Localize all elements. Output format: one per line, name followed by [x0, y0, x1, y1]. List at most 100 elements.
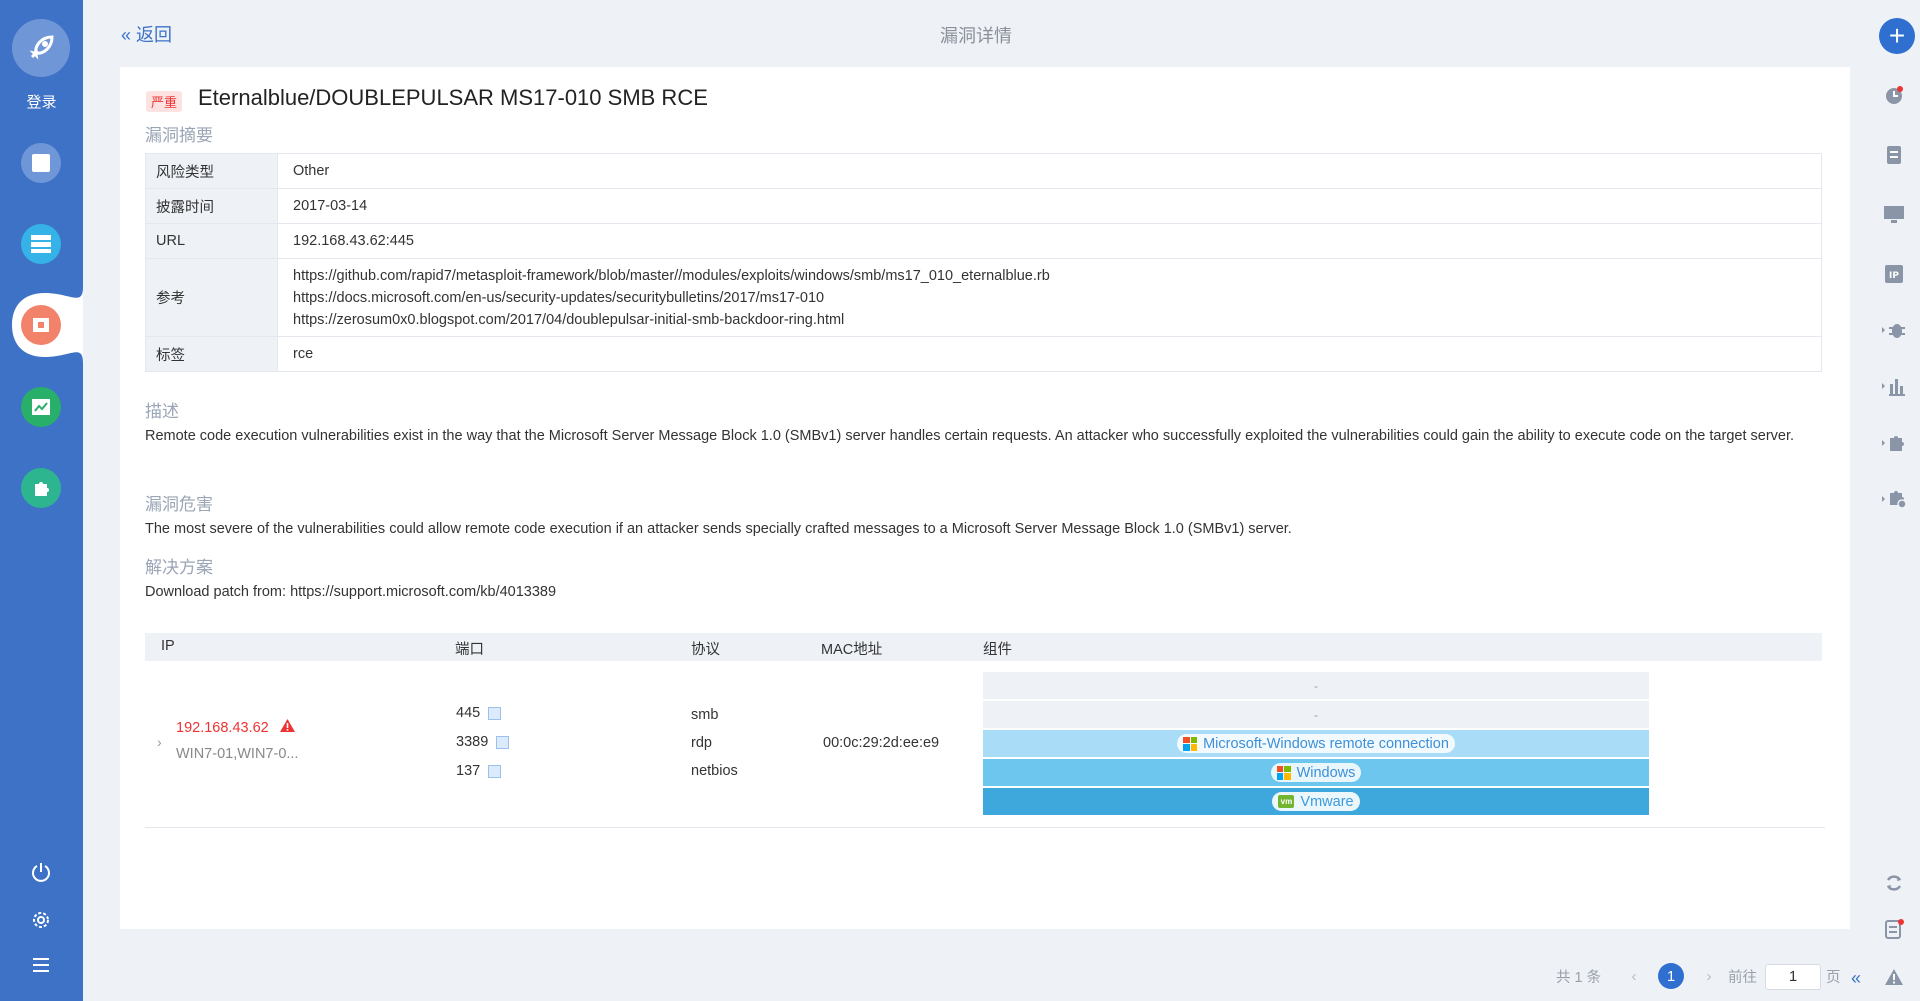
login-label[interactable]: 登录: [0, 91, 83, 112]
port-item[interactable]: 3389: [456, 734, 510, 750]
component-row: Microsoft-Windows remote connection: [983, 730, 1649, 757]
impact-text: The most severe of the vulnerabilities c…: [145, 521, 1292, 537]
total-count: 共 1 条: [1556, 970, 1602, 986]
goto-label: 前往: [1728, 970, 1757, 986]
port-number: 137: [456, 763, 481, 779]
port-item[interactable]: 137: [456, 763, 502, 779]
component-name: Vmware: [1300, 793, 1354, 810]
monitor-icon[interactable]: [1867, 200, 1920, 230]
severity-badge: 严重: [146, 91, 183, 112]
component-chip[interactable]: Microsoft-Windows remote connection: [1177, 734, 1455, 753]
left-sidebar: 登录: [0, 0, 83, 1001]
column-header-ip: IP: [161, 638, 175, 654]
nav-reports-icon[interactable]: [21, 387, 61, 427]
description-text: Remote code execution vulnerabilities ex…: [145, 428, 1795, 444]
component-row: -: [983, 672, 1649, 699]
disclosed-label: 披露时间: [145, 188, 278, 224]
protocol-value: smb: [691, 707, 719, 723]
refresh-icon[interactable]: [1867, 868, 1920, 898]
mac-address: 00:0c:29:2d:ee:e9: [823, 735, 940, 751]
risk-type-label: 风险类型: [145, 153, 278, 189]
component-chip[interactable]: vm Vmware: [1272, 792, 1360, 811]
port-detail-icon[interactable]: [488, 764, 502, 778]
component-row: Windows: [983, 759, 1649, 786]
row-divider: [145, 827, 1825, 828]
double-chevron-left-icon: «: [121, 25, 132, 45]
port-number: 3389: [456, 734, 489, 750]
collapse-double-chevron-icon[interactable]: «: [1851, 968, 1861, 989]
page-number-current[interactable]: 1: [1658, 963, 1684, 989]
bug-icon[interactable]: [1867, 315, 1920, 345]
row-references: 参考 https://github.com/rapid7/metasploit-…: [145, 258, 1822, 337]
menu-hamburger-icon[interactable]: [26, 950, 56, 980]
protocol-value: rdp: [691, 735, 712, 751]
prev-page-chevron-icon[interactable]: ‹: [1621, 963, 1647, 989]
row-url: URL 192.168.43.62:445: [145, 223, 1822, 259]
nav-vulnerabilities-icon[interactable]: [21, 305, 61, 345]
summary-section-label: 漏洞摘要: [145, 126, 213, 145]
row-tag: 标签 rce: [145, 336, 1822, 372]
history-clock-icon[interactable]: [1867, 80, 1920, 110]
description-section-label: 描述: [145, 402, 179, 421]
url-label: URL: [145, 223, 278, 259]
plugin-settings-icon[interactable]: [1867, 484, 1920, 514]
asset-hostname: WIN7-01,WIN7-0...: [176, 746, 299, 762]
add-plus-button[interactable]: +: [1879, 18, 1915, 54]
component-name: Windows: [1296, 764, 1356, 781]
component-chip[interactable]: Windows: [1270, 763, 1362, 782]
right-toolbar: IP: [1867, 0, 1920, 1001]
tag-value: rce: [277, 336, 1822, 372]
solution-section-label: 解决方案: [145, 558, 213, 577]
svg-text:IP: IP: [1889, 271, 1899, 281]
column-header-protocol: 协议: [691, 642, 720, 658]
page-suffix-label: 页: [1826, 970, 1841, 986]
component-row: -: [983, 701, 1649, 728]
nav-servers-icon[interactable]: [21, 224, 61, 264]
port-item[interactable]: 445: [456, 705, 502, 721]
reference-link[interactable]: https://docs.microsoft.com/en-us/securit…: [293, 287, 1806, 309]
tag-label: 标签: [145, 336, 278, 372]
reference-link[interactable]: https://github.com/rapid7/metasploit-fra…: [293, 265, 1806, 287]
next-page-chevron-icon[interactable]: ›: [1696, 963, 1722, 989]
row-disclosed: 披露时间 2017-03-14: [145, 188, 1822, 224]
plugin-icon[interactable]: [1867, 428, 1920, 458]
back-button[interactable]: « 返回: [121, 21, 172, 47]
windows-logo-icon: [1276, 765, 1291, 780]
asset-table-header: IP 端口 协议 MAC地址 组件: [145, 633, 1822, 661]
references-label: 参考: [145, 258, 278, 337]
alert-triangle-icon[interactable]: [1867, 962, 1920, 992]
summary-table: 风险类型 Other 披露时间 2017-03-14 URL 192.168.4…: [145, 153, 1822, 372]
row-risk-type: 风险类型 Other: [145, 153, 1822, 189]
expand-row-chevron-icon[interactable]: ›: [157, 734, 162, 750]
bar-chart-icon[interactable]: [1867, 371, 1920, 401]
power-icon[interactable]: [26, 857, 56, 887]
windows-logo-icon: [1183, 736, 1198, 751]
disclosed-value: 2017-03-14: [277, 188, 1822, 224]
warning-icon: [279, 719, 295, 732]
asset-ip[interactable]: 192.168.43.62: [176, 718, 296, 736]
ip-address-icon[interactable]: IP: [1867, 259, 1920, 289]
column-header-component: 组件: [983, 642, 1012, 658]
document-icon[interactable]: [1867, 140, 1920, 170]
asset-ip-text: 192.168.43.62: [176, 720, 269, 736]
log-icon[interactable]: [1867, 914, 1920, 944]
risk-type-value: Other: [277, 153, 1822, 189]
reference-link[interactable]: https://zerosum0x0.blogspot.com/2017/04/…: [293, 309, 1806, 331]
nav-assets-icon[interactable]: [21, 143, 61, 183]
port-detail-icon[interactable]: [496, 735, 510, 749]
page-title: 漏洞详情: [940, 26, 1012, 46]
back-label: 返回: [136, 25, 173, 45]
nav-plugins-icon[interactable]: [21, 468, 61, 508]
goto-page-input[interactable]: 1: [1765, 964, 1821, 990]
settings-gear-icon[interactable]: [26, 905, 56, 935]
port-detail-icon[interactable]: [488, 706, 502, 720]
vuln-detail-card: 严重 Eternalblue/DOUBLEPULSAR MS17-010 SMB…: [120, 67, 1850, 929]
port-number: 445: [456, 705, 481, 721]
column-header-port: 端口: [455, 642, 484, 658]
solution-text: Download patch from: https://support.mic…: [145, 584, 557, 600]
column-header-mac: MAC地址: [821, 642, 883, 658]
component-row: vm Vmware: [983, 788, 1649, 815]
url-value: 192.168.43.62:445: [277, 223, 1822, 259]
protocol-value: netbios: [691, 763, 738, 779]
logo-icon[interactable]: [12, 19, 70, 77]
